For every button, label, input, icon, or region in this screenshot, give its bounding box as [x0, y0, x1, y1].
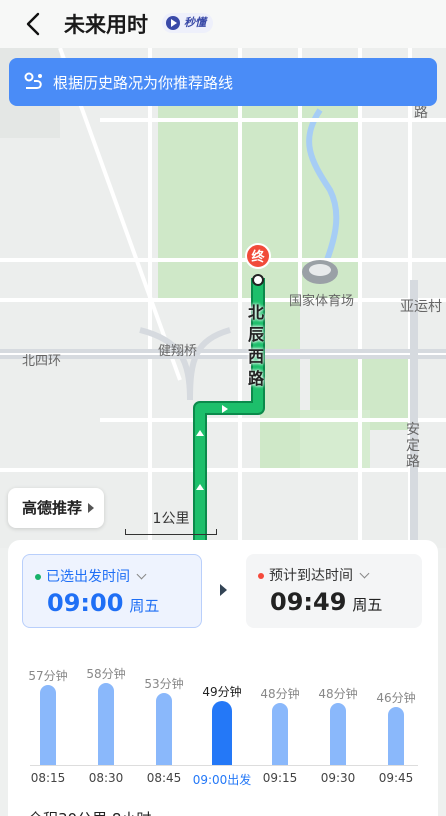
banner-text: 根据历史路况为你推荐路线	[53, 74, 234, 92]
map-label-yayuncun: 亚运村	[400, 299, 442, 315]
arrow-right-icon	[220, 584, 227, 596]
map-label-jianxiang-bridge: 健翔桥	[158, 344, 198, 359]
bar-time-label: 08:30	[88, 771, 124, 785]
bar-time-label: 08:15	[30, 771, 66, 785]
route-summary: 全程30公里 8小时	[28, 808, 151, 816]
chart-bar	[272, 702, 288, 765]
chart-bar-column[interactable]: 49分钟 09:00出发	[192, 660, 252, 800]
chevron-down-icon	[136, 569, 147, 580]
back-arrow-icon[interactable]	[22, 10, 46, 38]
recommend-button[interactable]: 高德推荐	[8, 488, 105, 528]
bar-time-label: 09:30	[320, 771, 356, 785]
chart-bar	[156, 692, 172, 765]
play-icon	[166, 16, 180, 30]
chart-bar-column[interactable]: 46分钟 09:45	[366, 660, 426, 800]
chart-bar-column[interactable]: 53分钟 08:45	[134, 660, 194, 800]
top-bar: 未来用时 秒懂	[0, 0, 446, 48]
departure-time: 09:00 周五	[47, 589, 160, 617]
bar-duration-label: 53分钟	[144, 676, 184, 691]
explainer-badge[interactable]: 秒懂	[162, 13, 213, 33]
scale-bar	[125, 529, 217, 535]
chart-bar	[330, 702, 346, 765]
bar-duration-label: 46分钟	[376, 691, 416, 705]
bar-time-label: 08:45	[146, 771, 182, 785]
map-canvas	[0, 48, 446, 548]
bar-duration-label: 58分钟	[86, 666, 126, 681]
bar-time-label: 09:15	[262, 771, 298, 785]
map-label-north-fourth-ring: 北四环	[22, 354, 62, 369]
chart-bar-column[interactable]: 48分钟 09:15	[250, 660, 310, 800]
page-title: 未来用时	[64, 13, 148, 37]
destination-marker[interactable]: 终	[245, 243, 271, 269]
map-label-beichen-west-road: 北辰西路	[248, 303, 265, 388]
map-label-anding-road: 安定路	[406, 422, 420, 470]
chart-bar	[40, 684, 56, 765]
arrival-label: 预计到达时间	[258, 565, 370, 585]
departure-label: 已选出发时间	[35, 566, 147, 586]
bar-time-label: 09:00出发	[192, 773, 252, 787]
route-map[interactable]: 终 国家体育场 北四环 健翔桥 亚运村 路 安定路 北辰西路	[0, 48, 446, 548]
arrival-time-card[interactable]: 预计到达时间 09:49 周五	[246, 554, 422, 628]
travel-time-chart[interactable]: 57分钟 08:15 58分钟 08:30 53分钟 08:45 49分钟 09:00出发 48…	[8, 660, 438, 800]
arrival-time: 09:49 周五	[270, 588, 383, 616]
chevron-down-icon	[359, 568, 370, 579]
departure-time-card[interactable]: 已选出发时间 09:00 周五	[22, 554, 202, 628]
chart-bar	[98, 682, 114, 765]
destination-label: 终	[251, 250, 265, 265]
arrival-dot-icon	[258, 573, 264, 579]
chart-bar-column[interactable]: 57分钟 08:15	[18, 660, 78, 800]
departure-dot-icon	[35, 574, 41, 580]
badge-label: 秒懂	[184, 16, 206, 29]
map-label-stadium: 国家体育场	[289, 294, 355, 309]
scale-label: 1公里	[152, 511, 190, 527]
route-icon	[24, 72, 42, 89]
bar-duration-label: 57分钟	[28, 668, 68, 683]
chart-bar-column[interactable]: 58分钟 08:30	[76, 660, 136, 800]
time-panel: 已选出发时间 09:00 周五 预计到达时间 09:49 周五 57分钟 08:15 5…	[8, 540, 438, 816]
chart-bar	[212, 700, 232, 765]
map-scale: 1公里	[125, 508, 217, 535]
chart-bar-column[interactable]: 48分钟 09:30	[308, 660, 368, 800]
bar-time-label: 09:45	[378, 771, 414, 785]
bar-duration-label: 49分钟	[202, 684, 242, 699]
recommendation-banner: 根据历史路况为你推荐路线	[9, 58, 437, 106]
bar-duration-label: 48分钟	[318, 686, 358, 701]
chart-bar	[388, 707, 404, 765]
bar-duration-label: 48分钟	[260, 686, 300, 701]
